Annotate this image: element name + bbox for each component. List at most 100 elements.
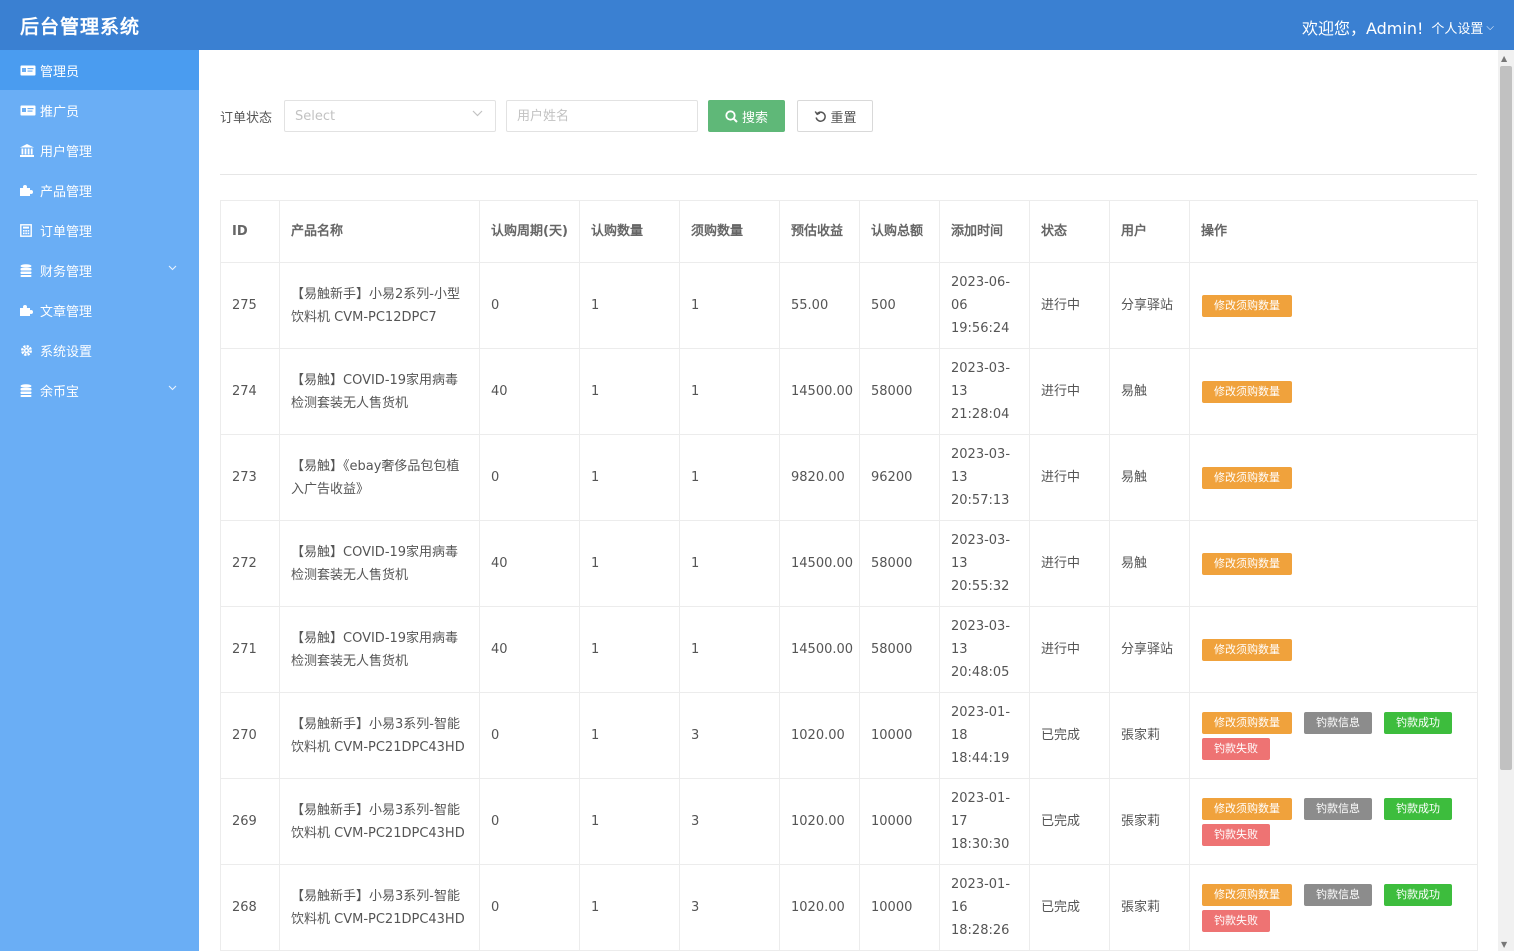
- operation-button-gray[interactable]: 钓款信息: [1304, 711, 1372, 734]
- operation-button-gray[interactable]: 钓款信息: [1304, 797, 1372, 820]
- bank-icon: [20, 143, 38, 157]
- personal-settings-menu[interactable]: 个人设置 ⌵: [1431, 18, 1494, 37]
- puzzle-icon: [20, 304, 38, 316]
- sidebar-item-label: 订单管理: [40, 224, 93, 240]
- cell-operations: 修改须购数量 钓款信息 钓款成功钓款失败: [1189, 778, 1478, 865]
- operation-button-gray[interactable]: 钓款信息: [1304, 883, 1372, 906]
- sidebar-item-5[interactable]: 财务管理: [0, 250, 199, 290]
- cell-id: 268: [220, 864, 280, 951]
- column-header: 操作: [1189, 200, 1478, 263]
- cell-status: 进行中: [1029, 348, 1110, 435]
- page-scrollbar[interactable]: ▲ ▼: [1498, 50, 1514, 951]
- operation-button-orange[interactable]: 修改须购数量: [1202, 797, 1292, 820]
- cell-operations: 修改须购数量: [1189, 348, 1478, 435]
- scrollbar-thumb[interactable]: [1500, 66, 1512, 770]
- column-header: 状态: [1029, 200, 1110, 263]
- cell-id: 270: [220, 692, 280, 779]
- chevron-down-icon: [168, 263, 177, 274]
- column-header: 产品名称: [279, 200, 480, 263]
- cell-user: 張家莉: [1109, 692, 1190, 779]
- sidebar-item-3[interactable]: 产品管理: [0, 170, 199, 210]
- operation-button-orange[interactable]: 修改须购数量: [1202, 552, 1292, 575]
- operation-button-red[interactable]: 钓款失败: [1202, 909, 1270, 932]
- cell-total: 58000: [859, 520, 940, 607]
- main-content: 订单状态 Select 搜索 重置: [199, 50, 1498, 951]
- sidebar-item-0[interactable]: 管理员: [0, 50, 199, 90]
- reset-button-label: 重置: [830, 109, 857, 125]
- scroll-up-arrow-icon[interactable]: ▲: [1501, 54, 1507, 63]
- chevron-down-icon: ⌵: [1486, 21, 1494, 33]
- cell-total: 96200: [859, 434, 940, 521]
- column-header: 用户: [1109, 200, 1190, 263]
- table-row: 272 【易触】COVID-19家用病毒检测套装无人售货机 40 1 1 14500.00…: [220, 520, 1478, 607]
- sidebar-item-7[interactable]: 系统设置: [0, 330, 199, 370]
- cell-total: 10000: [859, 692, 940, 779]
- cell-time: 2023-03-13 20:57:13: [939, 434, 1030, 521]
- cell-status: 进行中: [1029, 520, 1110, 607]
- cell-need: 1: [679, 606, 780, 693]
- cell-operations: 修改须购数量 钓款信息 钓款成功钓款失败: [1189, 692, 1478, 779]
- sidebar-item-label: 推广员: [40, 104, 80, 120]
- operation-button-green[interactable]: 钓款成功: [1384, 711, 1452, 734]
- cell-user: 張家莉: [1109, 778, 1190, 865]
- sidebar-item-4[interactable]: 订单管理: [0, 210, 199, 250]
- operation-button-orange[interactable]: 修改须购数量: [1202, 638, 1292, 661]
- cell-user: 易触: [1109, 348, 1190, 435]
- cell-status: 进行中: [1029, 606, 1110, 693]
- reset-button[interactable]: 重置: [797, 100, 874, 132]
- cell-qty: 1: [579, 348, 680, 435]
- welcome-text: 欢迎您，Admin!: [1301, 19, 1424, 38]
- cell-time: 2023-03-13 20:55:32: [939, 520, 1030, 607]
- order-status-select[interactable]: Select: [284, 100, 497, 132]
- cell-operations: 修改须购数量: [1189, 262, 1478, 349]
- operation-button-green[interactable]: 钓款成功: [1384, 797, 1452, 820]
- cell-qty: 1: [579, 262, 680, 349]
- sidebar-item-8[interactable]: 余币宝: [0, 370, 199, 410]
- cell-income: 14500.00: [779, 606, 860, 693]
- operation-button-red[interactable]: 钓款失败: [1202, 737, 1270, 760]
- cell-user: 張家莉: [1109, 864, 1190, 951]
- cell-total: 500: [859, 262, 940, 349]
- cell-qty: 1: [579, 864, 680, 951]
- sidebar-item-1[interactable]: 推广员: [0, 90, 199, 130]
- sidebar-item-6[interactable]: 文章管理: [0, 290, 199, 330]
- operation-button-orange[interactable]: 修改须购数量: [1202, 711, 1292, 734]
- cell-time: 2023-01-18 18:44:19: [939, 692, 1030, 779]
- order-status-select-placeholder: Select: [295, 108, 336, 124]
- cell-status: 进行中: [1029, 262, 1110, 349]
- operation-button-red[interactable]: 钓款失败: [1202, 823, 1270, 846]
- column-header: 添加时间: [939, 200, 1030, 263]
- scroll-down-arrow-icon[interactable]: ▼: [1501, 940, 1507, 949]
- table-row: 269 【易触新手】小易3系列-智能饮料机 CVM-PC21DPC43HD 0 1 3 1…: [220, 778, 1478, 865]
- cell-id: 274: [220, 348, 280, 435]
- operation-button-orange[interactable]: 修改须购数量: [1202, 883, 1292, 906]
- column-header: 须购数量: [679, 200, 780, 263]
- cell-id: 272: [220, 520, 280, 607]
- cell-qty: 1: [579, 778, 680, 865]
- order-status-label: 订单状态: [220, 110, 273, 126]
- sidebar-item-2[interactable]: 用户管理: [0, 130, 199, 170]
- operation-button-green[interactable]: 钓款成功: [1384, 883, 1452, 906]
- cell-period: 0: [479, 864, 580, 951]
- operation-button-orange[interactable]: 修改须购数量: [1202, 294, 1292, 317]
- operation-button-orange[interactable]: 修改须购数量: [1202, 380, 1292, 403]
- operation-buttons: 修改须购数量 钓款信息 钓款成功钓款失败: [1202, 883, 1472, 932]
- sidebar-item-label: 文章管理: [40, 304, 93, 320]
- id-card-icon: [20, 105, 38, 116]
- cell-income: 1020.00: [779, 778, 860, 865]
- search-button[interactable]: 搜索: [708, 100, 786, 132]
- cell-period: 0: [479, 434, 580, 521]
- username-input[interactable]: [506, 100, 699, 132]
- sidebar-item-label: 余币宝: [40, 384, 80, 400]
- cell-total: 10000: [859, 864, 940, 951]
- app-title: 后台管理系统: [20, 16, 141, 38]
- cell-id: 273: [220, 434, 280, 521]
- cell-income: 1020.00: [779, 692, 860, 779]
- table-row: 275 【易触新手】小易2系列-小型饮料机 CVM-PC12DPC7 0 1 1 55.0…: [220, 262, 1478, 349]
- cell-income: 1020.00: [779, 864, 860, 951]
- cell-qty: 1: [579, 520, 680, 607]
- cell-name: 【易触】COVID-19家用病毒检测套装无人售货机: [279, 520, 480, 607]
- operation-button-orange[interactable]: 修改须购数量: [1202, 466, 1292, 489]
- cell-qty: 1: [579, 434, 680, 521]
- puzzle-icon: [20, 184, 38, 196]
